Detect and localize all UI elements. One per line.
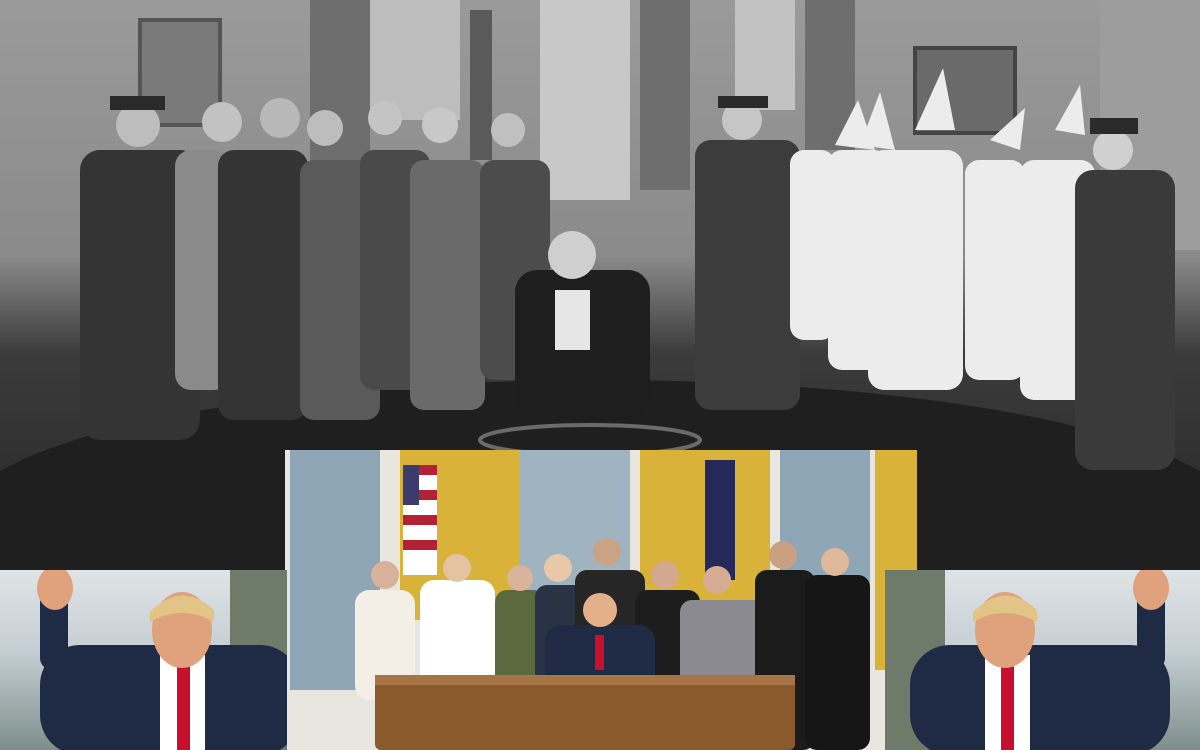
red-tie-right bbox=[1001, 665, 1014, 750]
flag-bw bbox=[470, 10, 492, 160]
color-scene bbox=[285, 450, 917, 750]
window-center bbox=[540, 0, 630, 200]
left-portrait-scene bbox=[37, 570, 287, 750]
presidential-flag bbox=[705, 460, 735, 580]
desk-top bbox=[375, 675, 795, 685]
hat-figure bbox=[1075, 118, 1175, 470]
color-oval-office-photo bbox=[285, 450, 917, 750]
coat-figure bbox=[695, 96, 800, 410]
resolute-desk bbox=[375, 675, 795, 750]
curtain-2 bbox=[640, 0, 690, 190]
window-right bbox=[735, 0, 795, 110]
suit-right bbox=[910, 645, 1170, 750]
american-flag bbox=[403, 465, 437, 575]
red-tie-left bbox=[177, 665, 190, 750]
right-portrait-scene bbox=[885, 570, 1170, 750]
right-waving-portrait bbox=[885, 570, 1200, 750]
left-waving-portrait bbox=[0, 570, 287, 750]
